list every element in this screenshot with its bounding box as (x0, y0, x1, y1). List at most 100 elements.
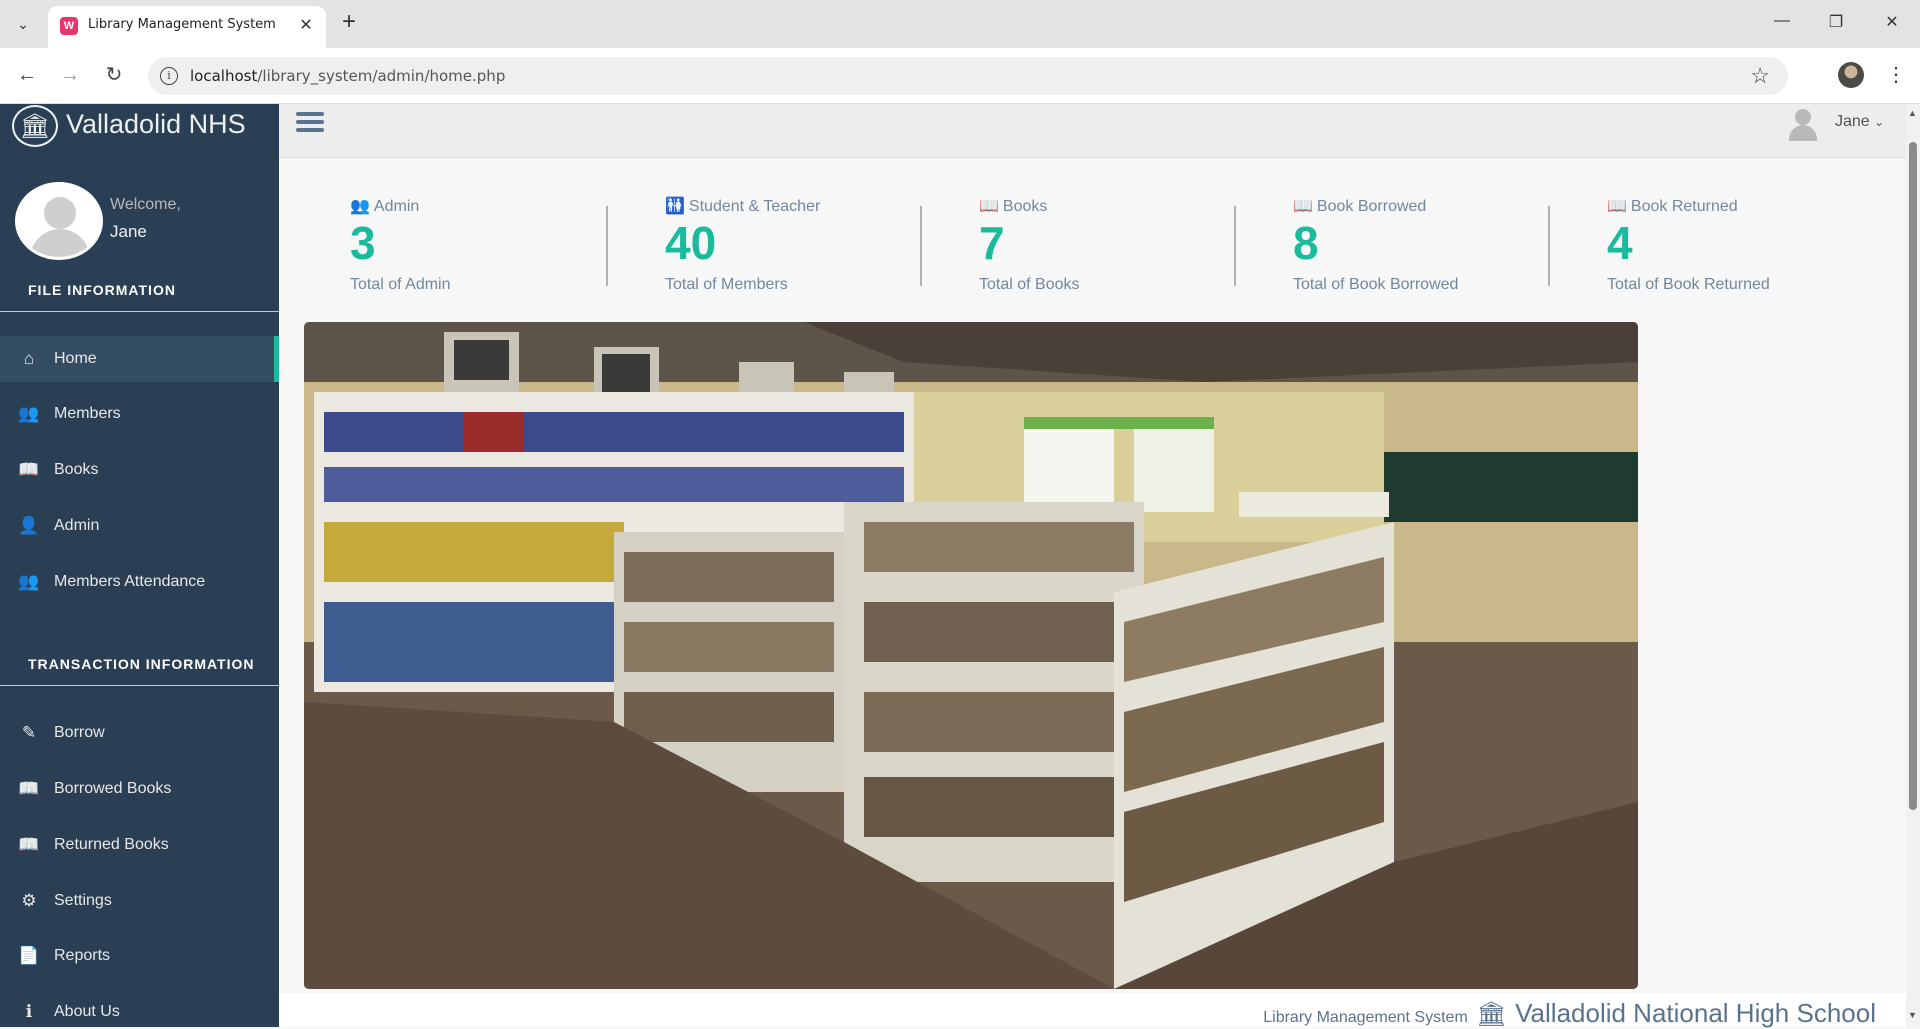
tile-count: 3 (350, 217, 376, 269)
scroll-thumb[interactable] (1909, 142, 1917, 810)
tab-close-icon[interactable]: ✕ (296, 15, 316, 35)
top-navbar: Jane ⌄ (279, 104, 1906, 158)
brand[interactable]: 🏛 Valladolid NHS (12, 104, 246, 147)
sidebar-item-label: Members (54, 405, 121, 422)
chevron-down-icon: ⌄ (1874, 115, 1885, 129)
tile-book-borrowed: 📖 Book Borrowed 8 Total of Book Borrowed (1293, 196, 1607, 296)
home-icon: ⌂ (23, 349, 35, 368)
section-divider (0, 311, 279, 312)
institution-icon: 🏛 (12, 105, 58, 147)
book-icon: 📖 (18, 779, 40, 798)
sidebar-item-borrow[interactable]: ✎ Borrow (0, 710, 279, 756)
footer-text: Library Management System 🏛 Valladolid N… (1263, 998, 1876, 1029)
main-content: 👥 Admin 3 Total of Admin 🚻 Student & Teach… (279, 158, 1906, 1029)
tile-caption: Total of Book Returned (1607, 276, 1770, 293)
scroll-down-icon[interactable]: ▼ (1908, 1010, 1917, 1020)
footer-system: Library Management System (1263, 1009, 1468, 1026)
tile-title: Books (1002, 198, 1048, 215)
info-icon: ℹ (25, 1002, 33, 1021)
library-photo (304, 322, 1638, 989)
user-avatar[interactable] (1788, 107, 1818, 141)
sidebar-item-label: Returned Books (54, 836, 169, 853)
sidebar-item-home[interactable]: ⌂ Home (0, 336, 279, 382)
user-dropdown[interactable]: Jane ⌄ (1835, 113, 1884, 131)
institution-icon: 🏛 (1476, 1001, 1507, 1028)
tile-title: Admin (373, 198, 420, 215)
sidebar-item-admin[interactable]: 👤 Admin (0, 503, 279, 549)
tile-divider (606, 206, 608, 286)
sidebar-item-label: Home (54, 350, 97, 367)
address-bar: ← → ↻ i localhost/library_system/admin/h… (0, 48, 1920, 104)
close-window-icon[interactable]: ✕ (1872, 12, 1912, 32)
tile-count: 7 (979, 217, 1005, 269)
male-female-icon: 🚻 (665, 198, 685, 215)
sidebar-item-members[interactable]: 👥 Members (0, 391, 279, 437)
welcome-label: Welcome, (110, 196, 181, 213)
sidebar-item-label: Borrowed Books (54, 780, 172, 797)
sidebar-item-members-attendance[interactable]: 👥 Members Attendance (0, 559, 279, 605)
tile-admin: 👥 Admin 3 Total of Admin (350, 196, 664, 296)
tile-count: 40 (665, 217, 717, 269)
sidebar-item-label: Members Attendance (54, 573, 206, 590)
favicon-icon: W (60, 17, 78, 35)
tile-title: Student & Teacher (688, 198, 821, 215)
welcome-user-name: Jane (110, 222, 147, 241)
tile-book-returned: 📖 Book Returned 4 Total of Book Returned (1607, 196, 1920, 296)
restore-icon[interactable]: ❐ (1816, 12, 1856, 32)
sidebar-item-books[interactable]: 📖 Books (0, 447, 279, 493)
browser-tab-bar: ⌄ W Library Management System ✕ + — ❐ ✕ (0, 0, 1920, 48)
back-arrow-icon[interactable]: ← (13, 62, 41, 88)
url-input[interactable]: i localhost/library_system/admin/home.ph… (148, 57, 1788, 95)
sidebar-item-label: Books (54, 461, 99, 478)
reload-icon[interactable]: ↻ (100, 62, 128, 88)
sidebar-item-label: Borrow (54, 724, 105, 741)
tile-divider (1234, 206, 1236, 286)
user-icon: 👤 (18, 516, 40, 535)
sidebar-item-label: Settings (54, 892, 112, 909)
users-icon: 👥 (18, 404, 40, 423)
menu-toggle-icon[interactable] (296, 108, 324, 136)
footer: Library Management System 🏛 Valladolid N… (279, 993, 1906, 1029)
tile-count: 8 (1293, 217, 1319, 269)
browser-tab[interactable]: W Library Management System ✕ (48, 6, 326, 48)
tile-caption: Total of Book Borrowed (1293, 276, 1459, 293)
sidebar-item-label: Reports (54, 947, 111, 964)
brand-name: Valladolid NHS (66, 108, 246, 139)
sidebar-item-label: Admin (54, 517, 100, 534)
profile-avatar[interactable] (1838, 62, 1864, 88)
book-icon: 📖 (979, 198, 999, 215)
kebab-menu-icon[interactable]: ⋮ (1886, 62, 1906, 87)
book-icon: 📖 (1607, 198, 1627, 215)
page-scrollbar[interactable]: ▲ ▼ (1906, 104, 1920, 1027)
book-icon: 📖 (18, 460, 40, 479)
book-icon: 📖 (1293, 198, 1313, 215)
site-info-icon[interactable]: i (160, 67, 178, 85)
users-icon: 👥 (350, 198, 370, 215)
minimize-icon[interactable]: — (1762, 12, 1802, 30)
sidebar-item-returned-books[interactable]: 📖 Returned Books (0, 822, 279, 868)
url-text: localhost/library_system/admin/home.php (190, 67, 506, 85)
edit-icon: ✎ (21, 723, 37, 742)
new-tab-plus-icon[interactable]: + (342, 10, 356, 34)
tile-caption: Total of Admin (350, 276, 451, 293)
gear-icon: ⚙ (21, 891, 37, 910)
tile-caption: Total of Members (665, 276, 788, 293)
section-divider (0, 685, 279, 686)
forward-arrow-icon[interactable]: → (56, 62, 84, 88)
tile-members: 🚻 Student & Teacher 40 Total of Members (665, 196, 979, 296)
sidebar-item-settings[interactable]: ⚙ Settings (0, 878, 279, 924)
tile-title: Book Borrowed (1316, 198, 1427, 215)
sidebar-item-about-us[interactable]: ℹ About Us (0, 989, 279, 1027)
star-icon[interactable]: ☆ (1750, 63, 1770, 89)
section-file-information: FILE INFORMATION (28, 282, 176, 298)
sidebar-item-borrowed-books[interactable]: 📖 Borrowed Books (0, 766, 279, 812)
scroll-up-icon[interactable]: ▲ (1908, 108, 1917, 118)
sidebar-item-label: About Us (54, 1003, 120, 1020)
tile-divider (920, 206, 922, 286)
tile-caption: Total of Books (979, 276, 1080, 293)
file-icon: 📄 (18, 946, 40, 965)
tab-list-chevron-icon[interactable]: ⌄ (11, 12, 35, 36)
sidebar-item-reports[interactable]: 📄 Reports (0, 933, 279, 979)
tile-books: 📖 Books 7 Total of Books (979, 196, 1293, 296)
tile-title: Book Returned (1630, 198, 1738, 215)
